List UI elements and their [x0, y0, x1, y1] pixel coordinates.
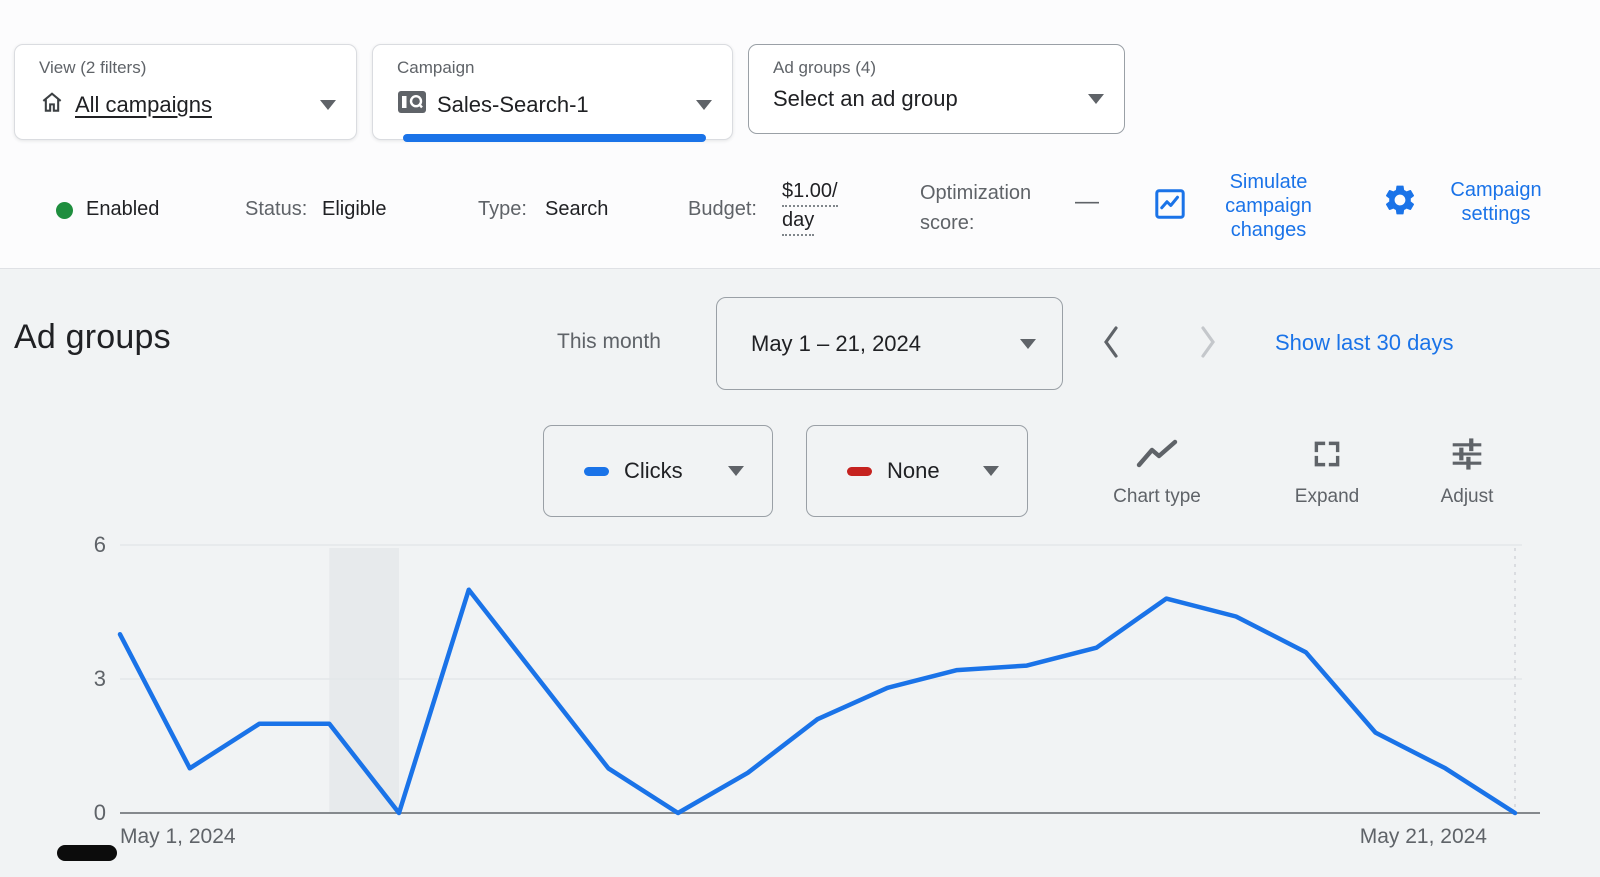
period-label: This month — [557, 330, 661, 353]
svg-text:0: 0 — [94, 800, 106, 825]
enabled-status-dot — [56, 202, 73, 219]
chevron-down-icon — [728, 466, 744, 476]
metric1-value: Clicks — [624, 458, 683, 483]
chevron-down-icon — [1088, 94, 1104, 104]
ad-groups-filter-value: Select an ad group — [773, 86, 958, 111]
ad-groups-filter-label: Ad groups (4) — [773, 58, 876, 77]
campaign-filter-value: Sales-Search-1 — [437, 91, 589, 117]
chevron-down-icon — [696, 99, 712, 110]
date-range-dropdown[interactable]: May 1 – 21, 2024 — [716, 297, 1063, 390]
home-icon — [39, 89, 65, 120]
x-axis-end-label: May 21, 2024 — [1360, 825, 1488, 848]
simulate-chart-icon — [1152, 186, 1188, 227]
expand-icon — [1309, 441, 1345, 475]
enabled-status-text[interactable]: Enabled — [86, 198, 159, 221]
chart-type-button[interactable]: Chart type — [1097, 437, 1217, 508]
optimization-score-value: — — [1075, 188, 1099, 215]
settings-link-text: Campaign settings — [1450, 179, 1542, 225]
metric1-color-swatch — [584, 466, 609, 476]
view-filter-label: View (2 filters) — [39, 58, 147, 77]
next-period-button[interactable] — [1185, 316, 1231, 368]
status-label: Status: — [245, 198, 308, 220]
weekend-highlight-band — [329, 548, 399, 813]
campaign-icon — [397, 89, 427, 120]
chevron-down-icon — [983, 466, 999, 476]
budget-value[interactable]: $1.00/ day — [782, 178, 838, 236]
gear-icon — [1382, 182, 1418, 223]
adjust-button[interactable]: Adjust — [1407, 437, 1527, 508]
status-value: Eligible — [322, 198, 387, 220]
page-title: Ad groups — [14, 318, 171, 356]
budget-period: day — [782, 207, 815, 236]
campaign-filter-dropdown[interactable]: Campaign Sales-Search-1 — [372, 44, 733, 142]
date-range-value: May 1 – 21, 2024 — [751, 330, 922, 356]
chevron-down-icon — [1020, 338, 1036, 349]
optimization-score-label: Optimization score: — [920, 182, 1032, 234]
adjust-sliders-icon — [1448, 438, 1486, 475]
campaign-status-bar: Enabled Status: Eligible Type: Search Bu… — [0, 150, 1600, 260]
chevron-down-icon — [320, 99, 336, 110]
view-filter-dropdown[interactable]: View (2 filters) All campaigns — [14, 44, 357, 140]
scrubber-handle[interactable] — [57, 845, 117, 861]
expand-button[interactable]: Expand — [1267, 437, 1387, 508]
clicks-line-chart[interactable]: 0 3 6 May 1, 2024 May 21, 2024 — [0, 500, 1600, 872]
x-axis-start-label: May 1, 2024 — [120, 825, 236, 848]
type-value: Search — [545, 198, 609, 220]
chart-type-icon — [1133, 439, 1181, 475]
previous-period-button[interactable] — [1088, 316, 1134, 368]
campaign-filter-label: Campaign — [397, 58, 475, 77]
ad-group-filter-dropdown[interactable]: Ad groups (4) Select an ad group — [748, 44, 1125, 134]
metric2-color-swatch — [847, 466, 872, 476]
view-filter-value: All campaigns — [75, 91, 212, 117]
budget-amount: $1.00/ — [782, 178, 838, 207]
type-label: Type: — [478, 198, 527, 220]
y-axis-tick-labels: 0 3 6 — [94, 532, 106, 825]
budget-label: Budget: — [688, 198, 757, 220]
selected-campaign-indicator — [403, 134, 706, 142]
show-last-30-days-link[interactable]: Show last 30 days — [1275, 330, 1454, 356]
campaign-settings-link[interactable]: Campaign settings — [1382, 178, 1562, 226]
svg-text:6: 6 — [94, 532, 106, 557]
svg-text:3: 3 — [94, 666, 106, 691]
simulate-link-text: Simulate campaign changes — [1225, 171, 1312, 241]
simulate-campaign-changes-link[interactable]: Simulate campaign changes — [1152, 170, 1337, 242]
metric2-value: None — [887, 458, 940, 483]
